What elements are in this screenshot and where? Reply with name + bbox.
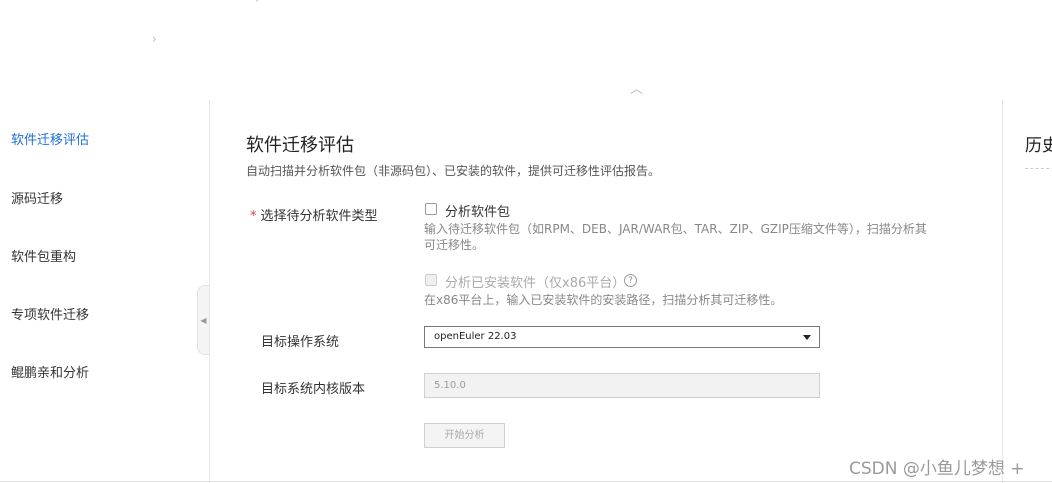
main-panel: 软件迁移评估 自动扫描并分析软件包（非源码包）、已安装的软件，提供可迁移性评估报…	[210, 100, 1002, 483]
analyze-installed-label: 分析已安装软件（仅x86平台）	[445, 276, 626, 291]
analyze-package-checkbox[interactable]	[425, 203, 437, 215]
divider	[0, 481, 1052, 482]
sidebar-item-source-migration[interactable]: 源码迁移	[11, 188, 63, 207]
page-title: 软件迁移评估	[246, 135, 354, 156]
chevron-right-icon: ›	[255, 0, 260, 6]
analyze-installed-hint: 在x86平台上，输入已安装软件的安装路径，扫描分析其可迁移性。	[424, 293, 783, 307]
analyze-package-hint: 输入待迁移软件包（如RPM、DEB、JAR/WAR包、TAR、ZIP、GZIP压…	[424, 222, 927, 252]
history-title: 历史	[1025, 136, 1052, 156]
caret-down-icon	[803, 335, 811, 340]
sidebar-collapse-handle[interactable]: ◀	[197, 285, 209, 355]
history-panel: 历史	[1002, 100, 1052, 483]
required-mark: *	[250, 209, 257, 224]
chevron-up-icon[interactable]: ︿	[630, 78, 643, 97]
chevron-right-icon: ›	[152, 32, 157, 46]
kernel-version-label: 目标系统内核版本	[261, 382, 366, 397]
question-circle-icon[interactable]: ?	[624, 274, 637, 287]
sidebar: 软件迁移评估 源码迁移 软件包重构 专项软件迁移 鲲鹏亲和分析	[0, 100, 210, 483]
page-description: 自动扫描并分析软件包（非源码包）、已安装的软件，提供可迁移性评估报告。	[246, 164, 661, 178]
target-os-value: openEuler 22.03	[434, 331, 517, 342]
sidebar-item-package-rebuild[interactable]: 软件包重构	[11, 246, 76, 265]
sidebar-item-migration-assessment[interactable]: 软件迁移评估	[11, 129, 89, 148]
kernel-version-input[interactable]	[424, 373, 820, 398]
target-os-select[interactable]: openEuler 22.03	[424, 326, 820, 348]
software-type-label: * 选择待分析软件类型	[250, 209, 378, 224]
sidebar-item-affinity-analysis[interactable]: 鲲鹏亲和分析	[11, 362, 89, 381]
analyze-installed-checkbox[interactable]	[425, 274, 437, 286]
divider	[1025, 168, 1052, 169]
analyze-package-label[interactable]: 分析软件包	[445, 201, 510, 220]
target-os-label: 目标操作系统	[261, 335, 340, 350]
start-analysis-button[interactable]: 开始分析	[424, 423, 505, 448]
chevron-left-icon: ◀	[200, 315, 207, 325]
sidebar-item-special-migration[interactable]: 专项软件迁移	[11, 304, 89, 323]
watermark: CSDN @小鱼儿梦想 +	[849, 459, 1025, 479]
